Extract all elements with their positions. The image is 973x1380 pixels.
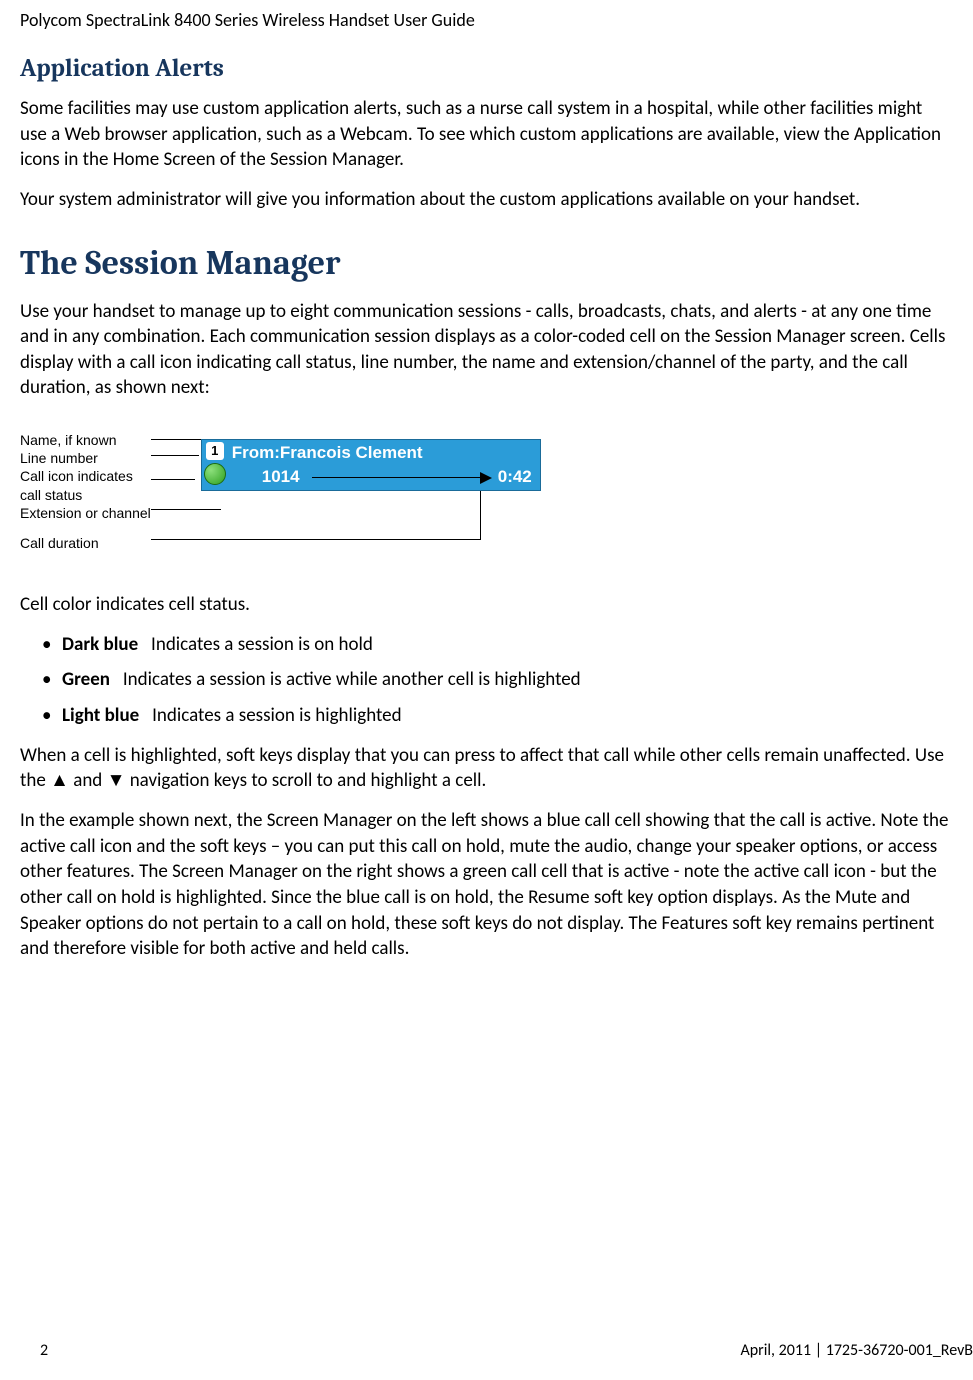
page-number: 2 bbox=[40, 1340, 48, 1362]
callout-duration: Call duration bbox=[20, 534, 151, 552]
diagram-leader-lines bbox=[151, 431, 201, 551]
caller-name: From:Francois Clement bbox=[232, 442, 423, 465]
session-cell: 1 From:Francois Clement 1014 0:42 bbox=[201, 439, 541, 491]
page-footer: 2 April, 2011 | 1725-36720-001_RevB bbox=[40, 1340, 973, 1362]
body-text: In the example shown next, the Screen Ma… bbox=[20, 808, 953, 962]
callout-name: Name, if known bbox=[20, 431, 151, 449]
callout-line-number: Line number bbox=[20, 449, 151, 467]
up-arrow-icon: ▲ bbox=[50, 769, 69, 792]
call-duration: 0:42 bbox=[498, 466, 532, 489]
heading-session-manager: The Session Manager bbox=[20, 241, 953, 287]
body-text: Some facilities may use custom applicati… bbox=[20, 96, 953, 173]
extension-number: 1014 bbox=[262, 466, 300, 489]
list-item: Green Indicates a session is active whil… bbox=[20, 667, 953, 693]
session-cell-diagram: Name, if known Line number Call icon ind… bbox=[20, 431, 953, 552]
callout-extension: Extension or channel bbox=[20, 504, 151, 522]
arrow-icon bbox=[480, 472, 492, 484]
footer-date: April, 2011 | 1725-36720-001_RevB bbox=[740, 1340, 973, 1362]
list-item: Light blue Indicates a session is highli… bbox=[20, 703, 953, 729]
diagram-callout-labels: Name, if known Line number Call icon ind… bbox=[20, 431, 151, 552]
body-text: Your system administrator will give you … bbox=[20, 187, 953, 213]
color-status-list: Dark blue Indicates a session is on hold… bbox=[20, 632, 953, 729]
line-number-badge: 1 bbox=[206, 442, 224, 460]
list-item: Dark blue Indicates a session is on hold bbox=[20, 632, 953, 658]
body-text: When a cell is highlighted, soft keys di… bbox=[20, 743, 953, 794]
body-text: Use your handset to manage up to eight c… bbox=[20, 299, 953, 402]
down-arrow-icon: ▼ bbox=[107, 769, 126, 792]
running-header: Polycom SpectraLink 8400 Series Wireless… bbox=[20, 0, 953, 32]
heading-application-alerts: Application Alerts bbox=[20, 52, 953, 86]
callout-call-icon-1: Call icon indicates bbox=[20, 467, 151, 485]
call-status-icon bbox=[204, 463, 226, 485]
body-text: Cell color indicates cell status. bbox=[20, 592, 953, 618]
callout-call-icon-2: call status bbox=[20, 486, 151, 504]
